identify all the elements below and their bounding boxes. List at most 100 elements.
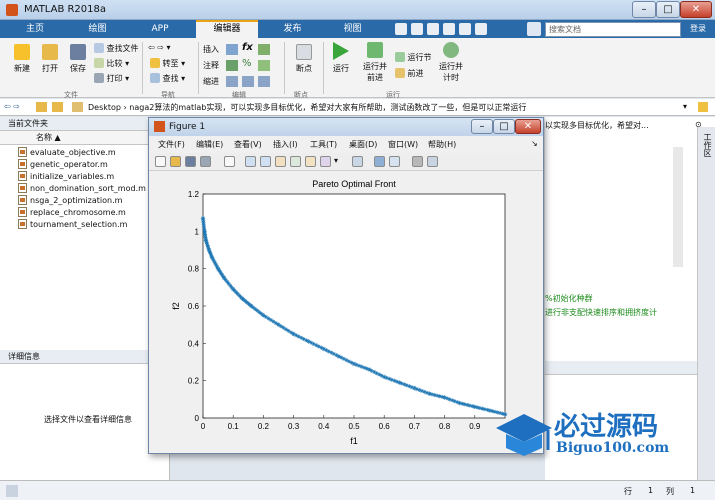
figure-close-button[interactable]: ✕ xyxy=(515,119,541,134)
quick-cut-icon[interactable] xyxy=(411,23,423,35)
workspace-label[interactable]: 工作区 xyxy=(702,133,713,157)
figure-maximize-button[interactable]: □ xyxy=(493,119,515,134)
insert-button[interactable]: 插入 xyxy=(203,44,219,55)
file-name: initialize_variables.m xyxy=(30,172,115,181)
brush-dropdown-icon[interactable]: ▾ xyxy=(334,156,338,165)
browse-folder-icon[interactable] xyxy=(52,102,63,112)
quick-redo-icon[interactable] xyxy=(475,23,487,35)
print-button[interactable]: 打印 ▾ xyxy=(94,73,129,84)
menu-help[interactable]: 帮助(H) xyxy=(428,139,456,150)
file-item[interactable]: nsga_2_optimization.m xyxy=(18,195,122,205)
pareto-chart[interactable]: Pareto Optimal Front f1 f2 0 0.1 0.2 0.3 0.4… xyxy=(149,172,543,453)
compare-button[interactable]: 比较 ▾ xyxy=(94,58,129,69)
path-dropdown-icon[interactable]: ▾ xyxy=(683,102,687,111)
menu-edit[interactable]: 编辑(E) xyxy=(196,139,223,150)
file-item[interactable]: initialize_variables.m xyxy=(18,171,114,181)
minimize-button[interactable]: – xyxy=(632,1,656,18)
increase-indent-icon[interactable] xyxy=(242,76,254,87)
tab-view[interactable]: 视图 xyxy=(325,20,380,38)
title-bar: MATLAB R2018a – □ ✕ xyxy=(0,0,715,20)
fx-icon[interactable]: fx xyxy=(242,42,253,53)
colorbar-icon[interactable] xyxy=(374,156,385,167)
back-forward-buttons[interactable]: ⇦ ⇨ ▾ xyxy=(148,43,171,52)
save-figure-icon[interactable] xyxy=(185,156,196,167)
file-item[interactable]: evaluate_objective.m xyxy=(18,147,116,157)
help-icon[interactable] xyxy=(527,22,541,36)
find-files-button[interactable]: 查找文件 xyxy=(94,43,139,54)
insert-section-icon[interactable] xyxy=(226,44,238,55)
breakpoints-icon xyxy=(296,44,312,60)
status-icon xyxy=(6,485,18,497)
run-and-time-button[interactable]: 运行并 计时 xyxy=(436,42,466,83)
smart-indent-icon[interactable] xyxy=(226,76,238,87)
percent-icon[interactable]: % xyxy=(242,58,252,69)
menu-file[interactable]: 文件(F) xyxy=(158,139,185,150)
tab-plots[interactable]: 绘图 xyxy=(70,20,125,38)
comment-icon[interactable] xyxy=(226,60,238,71)
goto-button[interactable]: 转至 ▾ xyxy=(150,58,185,69)
zoom-in-icon[interactable] xyxy=(245,156,256,167)
menu-view[interactable]: 查看(V) xyxy=(234,139,262,150)
path-field[interactable]: Desktop › naga2算法的matlab实现，可以实现多目标优化，希望对… xyxy=(88,102,526,113)
menu-dock-icon[interactable]: ↘ xyxy=(531,139,538,148)
name-column-header[interactable]: 名称 ▲ xyxy=(0,131,169,145)
new-figure-icon[interactable] xyxy=(155,156,166,167)
open-button[interactable]: 打开 xyxy=(38,44,62,74)
save-button[interactable]: 保存 xyxy=(66,44,90,74)
legend-icon[interactable] xyxy=(389,156,400,167)
folder-icon xyxy=(42,44,58,60)
plot-area[interactable]: Pareto Optimal Front f1 f2 0 0.1 0.2 0.3 0.4… xyxy=(149,172,543,453)
figure-window[interactable]: Figure 1 – □ ✕ 文件(F) 编辑(E) 查看(V) 插入(I) 工… xyxy=(148,117,544,454)
insert-function-icon[interactable] xyxy=(258,44,270,55)
quick-save-icon[interactable] xyxy=(395,23,407,35)
file-item[interactable]: tournament_selection.m xyxy=(18,219,127,229)
show-plot-tools-icon[interactable] xyxy=(427,156,438,167)
figure-toolbar: ▾ xyxy=(149,153,543,171)
brush-icon[interactable] xyxy=(320,156,331,167)
run-and-advance-button[interactable]: 运行并 前进 xyxy=(360,42,390,83)
file-item[interactable]: non_domination_sort_mod.m xyxy=(18,183,146,193)
run-section-button[interactable]: 运行节 xyxy=(395,52,432,63)
search-input[interactable]: 搜索文档 xyxy=(545,22,681,37)
menu-insert[interactable]: 插入(I) xyxy=(273,139,298,150)
menu-tools[interactable]: 工具(T) xyxy=(310,139,337,150)
search-folder-icon[interactable] xyxy=(698,102,708,112)
new-button[interactable]: 新建 xyxy=(12,44,32,74)
quick-paste-icon[interactable] xyxy=(443,23,455,35)
file-item[interactable]: genetic_operator.m xyxy=(18,159,108,169)
signin-link[interactable]: 登录 xyxy=(690,23,706,34)
folder-up-icon[interactable] xyxy=(36,102,47,112)
zoom-out-icon[interactable] xyxy=(260,156,271,167)
tab-editor[interactable]: 编辑器 xyxy=(196,20,258,38)
quick-undo-icon[interactable] xyxy=(459,23,471,35)
tab-home[interactable]: 主页 xyxy=(10,20,60,38)
chart-title: Pareto Optimal Front xyxy=(312,179,396,189)
breakpoints-button[interactable]: 断点 xyxy=(291,44,317,74)
rotate-icon[interactable] xyxy=(290,156,301,167)
run-button[interactable]: 运行 xyxy=(330,42,352,74)
advance-button[interactable]: 前进 xyxy=(395,68,424,79)
open-file-icon[interactable] xyxy=(170,156,181,167)
maximize-button[interactable]: □ xyxy=(656,1,680,18)
print-figure-icon[interactable] xyxy=(200,156,211,167)
nav-back-forward-icon[interactable]: ⇦ ⇨ xyxy=(4,102,20,111)
comment-button[interactable]: 注释 xyxy=(203,60,219,71)
pan-icon[interactable] xyxy=(275,156,286,167)
hide-plot-tools-icon[interactable] xyxy=(412,156,423,167)
editor-scrollbar[interactable] xyxy=(673,147,683,267)
decrease-indent-icon[interactable] xyxy=(258,76,270,87)
menu-window[interactable]: 窗口(W) xyxy=(388,139,418,150)
menu-desktop[interactable]: 桌面(D) xyxy=(349,139,377,150)
figure-minimize-button[interactable]: – xyxy=(471,119,493,134)
indent-button[interactable]: 缩进 xyxy=(203,76,219,87)
file-item[interactable]: replace_chromosome.m xyxy=(18,207,126,217)
pointer-icon[interactable] xyxy=(224,156,235,167)
tab-apps[interactable]: APP xyxy=(135,20,185,38)
data-cursor-icon[interactable] xyxy=(305,156,316,167)
link-plot-icon[interactable] xyxy=(352,156,363,167)
wrap-comments-icon[interactable] xyxy=(258,60,270,71)
quick-copy-icon[interactable] xyxy=(427,23,439,35)
tab-publish[interactable]: 发布 xyxy=(265,20,320,38)
find-button[interactable]: 查找 ▾ xyxy=(150,73,185,84)
close-button[interactable]: ✕ xyxy=(680,1,712,18)
